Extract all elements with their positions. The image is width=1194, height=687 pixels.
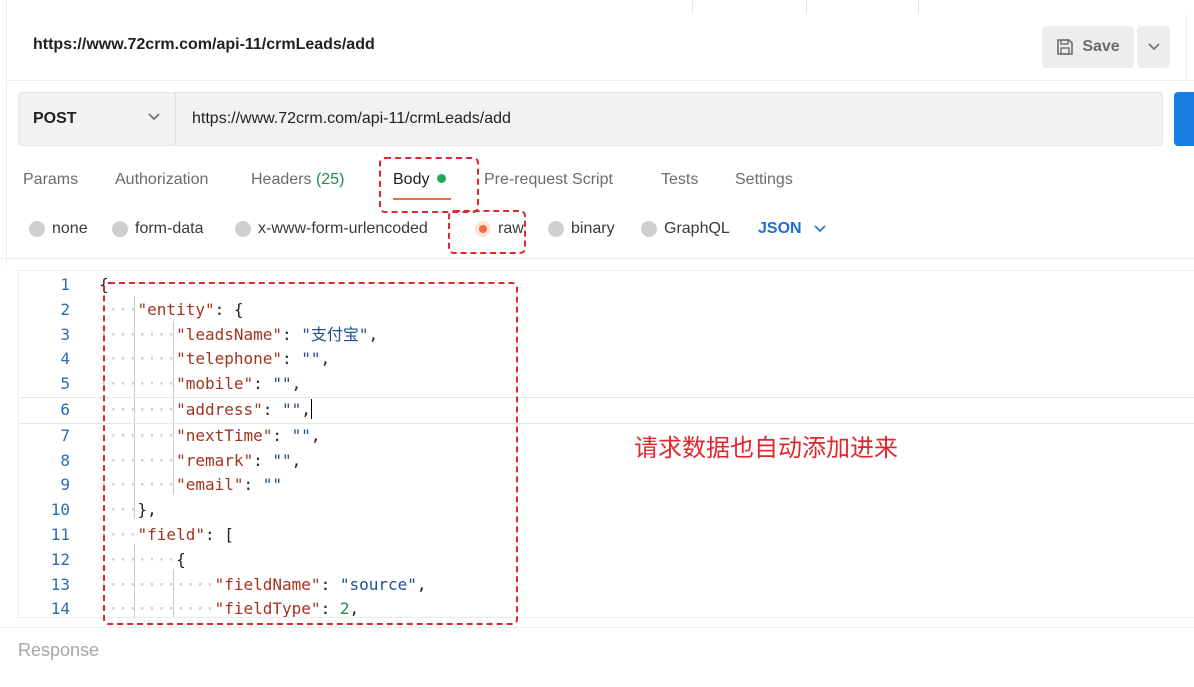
radio-graphql[interactable]: GraphQL <box>641 220 730 238</box>
tab-headers[interactable]: Headers (25) <box>251 171 344 189</box>
annotation-box-raw <box>448 210 526 254</box>
annotation-box-body-tab <box>379 157 479 213</box>
line-number: 1 <box>60 275 70 294</box>
line-number: 3 <box>60 324 70 344</box>
line-number: 8 <box>60 450 70 470</box>
divider <box>0 258 1194 259</box>
radio-icon <box>235 221 251 237</box>
request-name[interactable]: https://www.72crm.com/api-11/crmLeads/ad… <box>33 36 375 54</box>
line-number: 7 <box>60 425 70 445</box>
divider <box>0 627 1194 628</box>
line-number: 12 <box>50 549 70 569</box>
format-select[interactable]: JSON <box>758 220 826 238</box>
url-input[interactable] <box>192 110 1142 128</box>
chevron-down-icon <box>1147 43 1160 51</box>
radio-label: GraphQL <box>664 220 730 237</box>
tab-pre-request-script[interactable]: Pre-request Script <box>484 171 613 189</box>
save-label: Save <box>1082 38 1120 55</box>
radio-icon <box>641 221 657 237</box>
radio-binary[interactable]: binary <box>548 220 615 238</box>
tab-settings[interactable]: Settings <box>735 171 793 189</box>
radio-label: none <box>52 220 88 237</box>
radio-label: form-data <box>135 220 204 237</box>
radio-icon <box>112 221 128 237</box>
save-options-button[interactable] <box>1137 26 1170 68</box>
line-number: 6 <box>60 399 70 419</box>
panel-border <box>6 0 7 265</box>
line-number: 14 <box>50 599 70 618</box>
line-number: 10 <box>50 500 70 520</box>
radio-icon <box>548 221 564 237</box>
radio-icon <box>29 221 45 237</box>
tab-strip <box>0 0 1194 14</box>
divider <box>7 80 1194 81</box>
tab-tests[interactable]: Tests <box>661 171 698 189</box>
tab-divider <box>692 0 693 14</box>
tab-params[interactable]: Params <box>23 171 78 189</box>
annotation-box-body-content <box>103 282 518 625</box>
method-label: POST <box>33 110 77 127</box>
line-number: 2 <box>60 299 70 319</box>
radio-none[interactable]: none <box>29 220 88 238</box>
tab-divider <box>806 0 807 14</box>
line-number: 11 <box>50 524 70 544</box>
tab-headers-label: Headers <box>251 171 312 188</box>
send-button[interactable] <box>1174 92 1194 146</box>
format-label: JSON <box>758 220 802 237</box>
save-button[interactable]: Save <box>1042 26 1134 68</box>
line-number: 9 <box>60 475 70 495</box>
method-select[interactable]: POST <box>18 92 176 146</box>
radio-x-www-form-urlencoded[interactable]: x-www-form-urlencoded <box>235 220 428 238</box>
line-number: 13 <box>50 574 70 594</box>
radio-label: x-www-form-urlencoded <box>258 220 428 237</box>
headers-count: (25) <box>315 171 345 188</box>
panel-border <box>1186 14 1187 80</box>
line-number: 4 <box>60 349 70 369</box>
radio-label: binary <box>571 220 615 237</box>
annotation-text: 请求数据也自动添加进来 <box>634 434 898 462</box>
tab-divider <box>918 0 919 14</box>
tab-authorization[interactable]: Authorization <box>115 171 208 189</box>
save-icon <box>1057 39 1074 55</box>
chevron-down-icon <box>148 113 160 121</box>
line-number: 5 <box>60 374 70 394</box>
response-label[interactable]: Response <box>18 640 99 661</box>
chevron-down-icon <box>814 225 826 233</box>
radio-form-data[interactable]: form-data <box>112 220 203 238</box>
